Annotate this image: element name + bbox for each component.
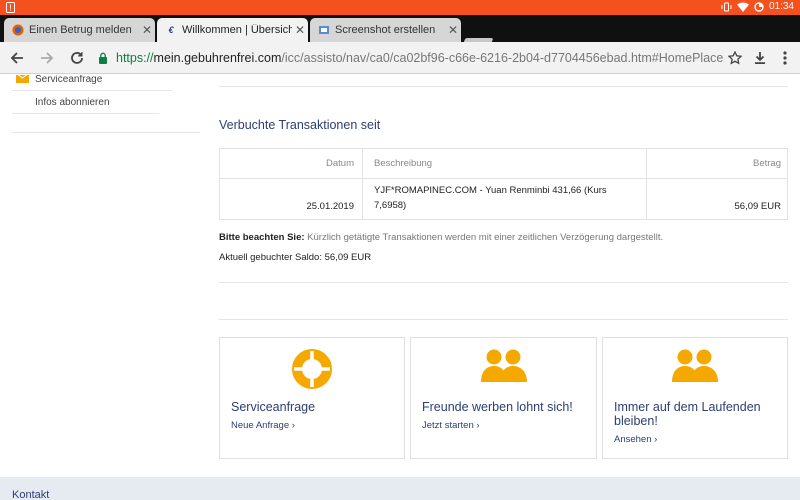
footer-title: Kontakt	[12, 489, 50, 500]
divider	[219, 319, 788, 320]
neue-anfrage-link[interactable]: Neue Anfrage ›	[231, 420, 295, 431]
url-path: /icc/assisto/nav/ca0/ca02bf96-c66e-6216-…	[281, 51, 724, 65]
row-amount: 56,09 EUR	[734, 201, 781, 212]
vibrate-icon	[721, 2, 732, 11]
card-title: Immer auf dem Laufenden bleiben!	[614, 400, 789, 428]
link-label: Jetzt starten	[422, 420, 474, 431]
divider	[12, 90, 172, 91]
page-content: Serviceanfrage Infos abonnieren Verbucht…	[0, 75, 800, 500]
divider	[12, 113, 159, 114]
transactions-title: Verbuchte Transaktionen seit	[219, 118, 381, 132]
menu-dots-icon[interactable]	[775, 48, 795, 68]
divider	[219, 86, 788, 87]
note-label: Bitte beachten Sie:	[219, 232, 305, 243]
tab-title: Willkommen | Übersicht |	[182, 24, 292, 36]
envelope-icon	[16, 75, 29, 83]
people-icon	[480, 349, 527, 382]
transactions-note: Bitte beachten Sie: Kürzlich getätigte T…	[219, 232, 663, 243]
bookmark-star-icon[interactable]	[725, 48, 745, 68]
warning-notification-icon	[6, 2, 15, 13]
ansehen-link[interactable]: Ansehen ›	[614, 434, 657, 445]
header-datum: Datum	[326, 158, 354, 169]
jetzt-starten-link[interactable]: Jetzt starten ›	[422, 420, 480, 431]
current-balance: Aktuell gebuchter Saldo: 56,09 EUR	[219, 252, 372, 263]
sidebar-item-serviceanfrage[interactable]: Serviceanfrage	[35, 75, 102, 85]
link-label: Neue Anfrage	[231, 420, 290, 431]
link-label: Ansehen	[614, 434, 652, 445]
close-tab-icon[interactable]: ✕	[139, 23, 155, 37]
card-title-line1: Immer auf dem Laufenden	[614, 400, 761, 414]
tab-screenshot-erstellen[interactable]: Screenshot erstellen ✕	[310, 18, 461, 42]
row-date: 25.01.2019	[306, 201, 354, 212]
tab-willkommen[interactable]: € Willkommen | Übersicht | ✕	[157, 18, 308, 42]
screenshot-icon	[318, 24, 330, 36]
row-description-line2: 7,6958)	[374, 200, 407, 211]
table-row-divider	[220, 178, 787, 179]
close-tab-icon[interactable]: ✕	[445, 23, 461, 37]
card-immer-laufenden: Immer auf dem Laufenden bleiben! Ansehen…	[602, 337, 788, 459]
close-tab-icon[interactable]: ✕	[292, 23, 308, 37]
card-title-line2: bleiben!	[614, 414, 658, 428]
url-host: mein.gebuhrenfrei.com	[153, 51, 282, 65]
card-title: Serviceanfrage	[231, 400, 316, 414]
header-beschreibung: Beschreibung	[374, 158, 433, 169]
note-text: Kürzlich getätigte Transaktionen werden …	[307, 232, 664, 243]
tab-strip: Einen Betrug melden ✕ € Willkommen | Übe…	[0, 15, 800, 51]
tab-title: Einen Betrug melden	[29, 24, 132, 36]
status-bar: 01:34	[0, 0, 800, 15]
browser-toolbar: https://mein.gebuhrenfrei.com/icc/assist…	[0, 42, 800, 74]
url-scheme: https://	[116, 51, 154, 65]
lifebuoy-icon	[292, 349, 332, 389]
divider	[12, 132, 200, 133]
battery-icon	[754, 1, 764, 12]
reload-icon[interactable]	[67, 48, 87, 68]
sidebar-item-infos-abonnieren[interactable]: Infos abonnieren	[35, 97, 110, 108]
row-description-line1: YJF*ROMAPINEC.COM - Yuan Renminbi 431,66…	[374, 185, 607, 196]
tab-title: Screenshot erstellen	[335, 24, 436, 36]
gebuhrenfrei-logo-icon: €	[168, 25, 174, 35]
card-serviceanfrage: Serviceanfrage Neue Anfrage ›	[219, 337, 405, 459]
card-freunde-werben: Freunde werben lohnt sich! Jetzt starten…	[410, 337, 597, 459]
footer: Kontakt	[0, 477, 800, 500]
download-icon[interactable]	[750, 48, 770, 68]
divider	[219, 282, 788, 283]
wifi-icon	[736, 2, 749, 12]
transactions-table: Datum Beschreibung Betrag 25.01.2019 YJF…	[219, 148, 788, 220]
firefox-icon	[12, 24, 24, 36]
address-bar[interactable]: https://mein.gebuhrenfrei.com/icc/assist…	[98, 46, 724, 70]
tab-betrug-melden[interactable]: Einen Betrug melden ✕	[4, 18, 155, 42]
header-betrag: Betrag	[753, 158, 781, 169]
back-arrow-icon[interactable]	[7, 48, 27, 68]
lock-icon	[99, 52, 107, 64]
forward-arrow-icon[interactable]	[37, 48, 57, 68]
status-time: 01:34	[768, 1, 794, 12]
people-icon	[672, 349, 718, 382]
card-title: Freunde werben lohnt sich!	[422, 400, 573, 414]
